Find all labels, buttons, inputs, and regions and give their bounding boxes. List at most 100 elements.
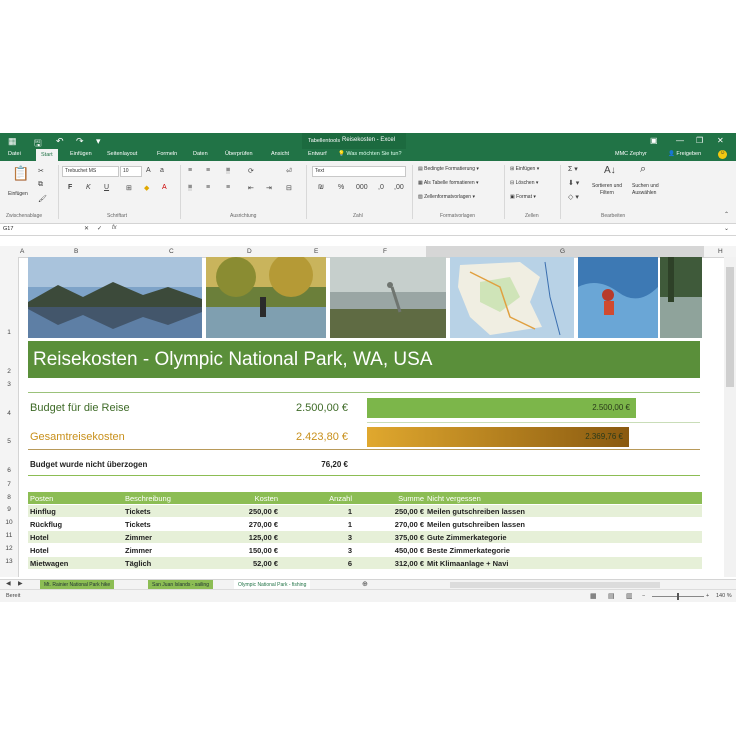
find-select-icon[interactable]: ⌕ [640,163,646,176]
tab-formeln[interactable]: Formeln [157,151,177,157]
align-bottom-icon[interactable]: ≡ [226,167,231,174]
row-9[interactable]: 9 [0,506,18,513]
cell-summe[interactable]: 450,00 € [374,546,424,555]
page-layout-view-icon[interactable]: ▤ [608,592,615,600]
merge-icon[interactable]: ⊟ [286,184,292,192]
row-8[interactable]: 8 [0,494,18,501]
collapse-ribbon-icon[interactable]: ⌃ [724,211,729,218]
row-12[interactable]: 12 [0,545,18,552]
cancel-formula-icon[interactable]: ✕ [84,225,89,232]
scroll-thumb[interactable] [726,267,734,387]
redo-icon[interactable]: ↷ [76,136,84,147]
cell-kosten[interactable]: 250,00 € [228,507,278,516]
format-as-table-button[interactable]: ▦ Als Tabelle formatieren ▾ [418,180,479,186]
conditional-formatting-button[interactable]: ▤ Bedingte Formatierung ▾ [418,166,479,172]
row-5[interactable]: 5 [0,438,18,445]
cell-kosten[interactable]: 125,00 € [228,533,278,542]
row-4[interactable]: 4 [0,410,18,417]
next-sheet-icon[interactable]: ▶ [18,580,23,587]
decrease-decimal-icon[interactable]: ,00 [394,184,404,191]
cell-anzahl[interactable]: 1 [302,520,352,529]
font-name-select[interactable]: Trebuchet MS [62,166,119,177]
cell-anzahl[interactable]: 3 [302,546,352,555]
column-f[interactable]: F [383,248,387,255]
minimize-button[interactable]: — [676,136,684,145]
cell-summe[interactable]: 270,00 € [374,520,424,529]
add-sheet-icon[interactable]: ⊕ [362,580,368,588]
align-right-icon[interactable]: ≡ [226,184,230,191]
cell-beschreibung[interactable]: Tickets [125,507,151,516]
confirm-formula-icon[interactable]: ✓ [97,225,102,232]
zoom-slider-thumb[interactable] [677,593,679,600]
copy-icon[interactable]: ⧉ [38,181,43,189]
fx-icon[interactable]: fx [112,225,117,231]
header-anzahl[interactable]: Anzahl [302,494,352,503]
name-box[interactable]: G17 [3,226,13,232]
zoom-out-icon[interactable]: − [642,593,645,599]
currency-icon[interactable]: ₪ [318,184,324,191]
vertical-scrollbar[interactable] [724,257,736,577]
page-break-view-icon[interactable]: ▥ [626,592,633,600]
zoom-in-icon[interactable]: + [706,593,709,599]
tab-daten[interactable]: Daten [193,151,208,157]
number-format-select[interactable]: Text [312,166,406,177]
borders-icon[interactable]: ⊞ [126,184,132,192]
table-row[interactable]: Hotel Zimmer 125,00 € 3 375,00 € Gute Zimmerk… [28,531,702,543]
column-c[interactable]: C [169,248,174,255]
percent-icon[interactable]: % [338,184,344,191]
worksheet[interactable]: Reisekosten - Olympic National Park, WA,… [18,257,720,579]
column-h[interactable]: H [718,248,723,255]
column-e[interactable]: E [314,248,318,255]
tab-entwurf[interactable]: Entwurf [308,151,327,157]
wrap-text-icon[interactable]: ⏎ [286,167,292,175]
undo-icon[interactable]: ↶ [56,136,64,147]
outdent-icon[interactable]: ⇥ [266,184,272,192]
row-7[interactable]: 7 [0,481,18,488]
row-1[interactable]: 1 [0,329,18,336]
cell-posten[interactable]: Rückflug [30,520,62,529]
row-11[interactable]: 11 [0,532,18,539]
cell-styles-button[interactable]: ▧ Zellenformatvorlagen ▾ [418,194,475,200]
orientation-icon[interactable]: ⟳ [248,167,254,175]
underline-icon[interactable]: U [104,184,109,191]
column-g[interactable]: G [560,248,565,255]
paste-icon[interactable]: 📋 [12,165,29,182]
cell-beschreibung[interactable]: Tickets [125,520,151,529]
format-painter-icon[interactable]: 🖌 [38,195,47,203]
tab-einfuegen[interactable]: Einfügen [70,151,92,157]
column-b[interactable]: B [74,248,78,255]
column-d[interactable]: D [247,248,252,255]
fill-icon[interactable]: ⬇ ▾ [568,179,579,187]
cell-summe[interactable]: 375,00 € [374,533,424,542]
font-size-select[interactable]: 10 [120,166,142,177]
cell-beschreibung[interactable]: Zimmer [125,533,152,542]
header-beschreibung[interactable]: Beschreibung [125,494,171,503]
smiley-icon[interactable]: ☺ [718,150,727,159]
tab-seitenlayout[interactable]: Seitenlayout [107,151,137,157]
header-nicht-vergessen[interactable]: Nicht vergessen [427,494,481,503]
zoom-level[interactable]: 140 % [716,593,732,599]
cell-nicht-vergessen[interactable]: Mit Klimaanlage + Navi [427,559,509,568]
cell-summe[interactable]: 312,00 € [374,559,424,568]
cell-anzahl[interactable]: 3 [302,533,352,542]
thousands-icon[interactable]: 000 [356,184,368,191]
cell-posten[interactable]: Mietwagen [30,559,68,568]
cell-posten[interactable]: Hotel [30,533,49,542]
font-color-icon[interactable]: A [162,184,167,191]
bold-icon[interactable]: F [68,184,72,191]
cell-nicht-vergessen[interactable]: Meilen gutschreiben lassen [427,520,525,529]
cell-nicht-vergessen[interactable]: Gute Zimmerkategorie [427,533,507,542]
maximize-button[interactable]: ❐ [696,136,703,145]
cell-beschreibung[interactable]: Zimmer [125,546,152,555]
cell-kosten[interactable]: 150,00 € [228,546,278,555]
align-middle-icon[interactable]: ≡ [206,167,210,174]
row-6[interactable]: 6 [0,467,18,474]
align-left-icon[interactable]: ≡ [188,184,193,191]
fill-color-icon[interactable]: ◆ [144,184,149,192]
align-center-icon[interactable]: ≡ [206,184,210,191]
header-posten[interactable]: Posten [30,494,53,503]
cell-beschreibung[interactable]: Täglich [125,559,151,568]
share-button[interactable]: 👤 Freigeben [668,151,701,157]
table-row[interactable]: Hinflug Tickets 250,00 €1 250,00 € Meilen gu… [28,505,702,517]
align-top-icon[interactable]: ≡ [188,167,192,174]
